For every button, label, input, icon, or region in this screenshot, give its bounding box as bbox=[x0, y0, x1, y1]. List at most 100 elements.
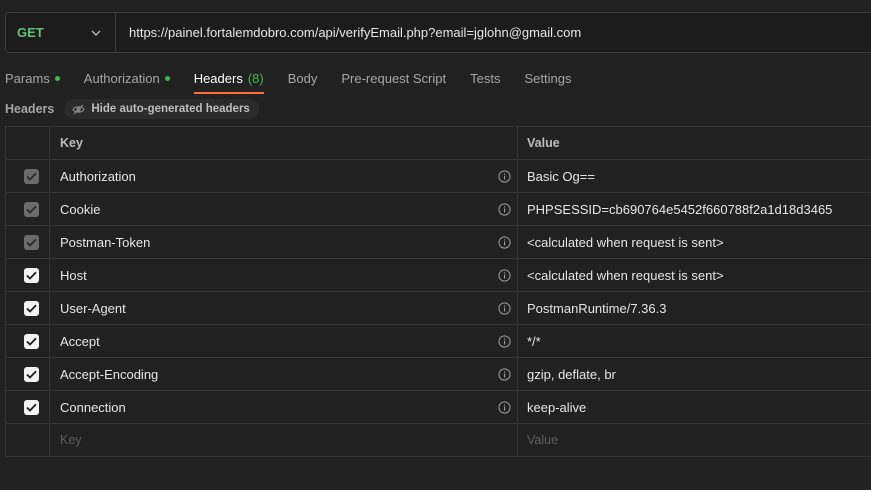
header-value: PHPSESSID=cb690764e5452f660788f2a1d18d34… bbox=[527, 201, 833, 217]
header-key-cell[interactable]: Cookie bbox=[50, 193, 518, 225]
hide-auto-generated-label: Hide auto-generated headers bbox=[91, 103, 250, 115]
tab-label: Pre-request Script bbox=[341, 71, 447, 86]
url-input[interactable]: https://painel.fortalemdobro.com/api/ver… bbox=[116, 25, 581, 40]
info-icon[interactable] bbox=[497, 400, 511, 414]
checkbox-icon[interactable] bbox=[24, 366, 39, 382]
header-value-cell[interactable]: PHPSESSID=cb690764e5452f660788f2a1d18d34… bbox=[518, 193, 871, 225]
info-icon[interactable] bbox=[497, 235, 511, 249]
column-header-key: Key bbox=[50, 127, 518, 159]
new-row-check-cell bbox=[6, 424, 50, 456]
header-value: <calculated when request is sent> bbox=[527, 234, 724, 250]
method-select[interactable]: GET bbox=[6, 13, 116, 52]
header-value-cell[interactable]: <calculated when request is sent> bbox=[518, 226, 871, 258]
table-row: Accept */* bbox=[6, 325, 871, 358]
checkbox-icon[interactable] bbox=[24, 267, 39, 283]
tab-label: Settings bbox=[524, 71, 572, 86]
header-value-cell[interactable]: */* bbox=[518, 325, 871, 357]
header-key-cell[interactable]: Host bbox=[50, 259, 518, 291]
status-dot bbox=[164, 76, 170, 81]
header-check-cell bbox=[6, 127, 50, 159]
info-icon[interactable] bbox=[497, 169, 511, 183]
header-value: Basic Og== bbox=[527, 168, 595, 184]
row-check-cell bbox=[6, 226, 50, 258]
header-key: User-Agent bbox=[60, 300, 126, 316]
table-row: Authorization Basic Og== bbox=[6, 160, 871, 193]
new-key-input[interactable]: Key bbox=[50, 424, 518, 456]
hide-auto-generated-button[interactable]: Hide auto-generated headers bbox=[64, 99, 259, 119]
chevron-down-icon bbox=[91, 30, 101, 36]
tab-label: Headers bbox=[193, 71, 243, 86]
header-value-cell[interactable]: Basic Og== bbox=[518, 160, 871, 192]
tab-pre-request-script[interactable]: Pre-request Script bbox=[329, 64, 458, 93]
headers-title: Headers bbox=[5, 102, 55, 116]
header-value-cell[interactable]: <calculated when request is sent> bbox=[518, 259, 871, 291]
header-key: Accept-Encoding bbox=[60, 366, 159, 382]
checkbox-icon[interactable] bbox=[24, 333, 39, 349]
header-value: <calculated when request is sent> bbox=[527, 267, 724, 283]
row-check-cell bbox=[6, 193, 50, 225]
info-icon[interactable] bbox=[497, 367, 511, 381]
row-check-cell bbox=[6, 358, 50, 390]
header-value: gzip, deflate, br bbox=[527, 366, 616, 382]
tab-params[interactable]: Params bbox=[0, 64, 72, 93]
column-header-value: Value bbox=[527, 136, 560, 150]
tab-headers[interactable]: Headers (8) bbox=[182, 64, 276, 94]
header-value: */* bbox=[527, 333, 541, 349]
tab-label: Tests bbox=[470, 71, 501, 86]
header-key-cell[interactable]: Accept bbox=[50, 325, 518, 357]
tab-count: (8) bbox=[247, 71, 264, 86]
header-key: Accept bbox=[60, 333, 100, 349]
eye-off-icon bbox=[72, 104, 85, 114]
header-key-cell[interactable]: Authorization bbox=[50, 160, 518, 192]
request-tabs: Params Authorization Headers (8) Body Pre… bbox=[0, 64, 583, 94]
header-key: Cookie bbox=[60, 201, 101, 217]
row-check-cell bbox=[6, 391, 50, 423]
headers-table: Key Value Authorization Basic Og== Cookie P… bbox=[5, 126, 871, 457]
table-row: Host <calculated when request is sent> bbox=[6, 259, 871, 292]
checkbox-icon[interactable] bbox=[24, 201, 39, 217]
header-key-cell[interactable]: User-Agent bbox=[50, 292, 518, 324]
row-check-cell bbox=[6, 160, 50, 192]
value-placeholder: Value bbox=[527, 433, 559, 447]
row-check-cell bbox=[6, 259, 50, 291]
info-icon[interactable] bbox=[497, 334, 511, 348]
info-icon[interactable] bbox=[497, 202, 511, 216]
header-value-cell[interactable]: gzip, deflate, br bbox=[518, 358, 871, 390]
checkbox-icon[interactable] bbox=[24, 399, 39, 415]
header-key-cell[interactable]: Postman-Token bbox=[50, 226, 518, 258]
tab-settings[interactable]: Settings bbox=[512, 64, 583, 93]
header-key: Postman-Token bbox=[60, 234, 151, 250]
header-key-cell[interactable]: Connection bbox=[50, 391, 518, 423]
table-header-row: Key Value bbox=[6, 127, 871, 160]
tab-label: Body bbox=[287, 71, 318, 86]
request-url-bar: GET https://painel.fortalemdobro.com/api… bbox=[5, 12, 871, 53]
status-dot bbox=[54, 76, 60, 81]
tab-label: Authorization bbox=[83, 71, 160, 86]
header-value-cell[interactable]: keep-alive bbox=[518, 391, 871, 423]
checkbox-icon[interactable] bbox=[24, 168, 39, 184]
header-key: Authorization bbox=[60, 168, 136, 184]
info-icon[interactable] bbox=[497, 301, 511, 315]
new-value-input[interactable]: Value bbox=[518, 424, 871, 456]
new-header-row: Key Value bbox=[6, 424, 871, 457]
tab-tests[interactable]: Tests bbox=[458, 64, 512, 93]
header-value: keep-alive bbox=[527, 399, 587, 415]
header-key: Connection bbox=[60, 399, 126, 415]
method-label: GET bbox=[17, 25, 44, 40]
checkbox-icon[interactable] bbox=[24, 300, 39, 316]
checkbox-icon[interactable] bbox=[24, 234, 39, 250]
info-icon[interactable] bbox=[497, 268, 511, 282]
tab-authorization[interactable]: Authorization bbox=[72, 64, 182, 93]
table-row: Cookie PHPSESSID=cb690764e5452f660788f2a1… bbox=[6, 193, 871, 226]
table-row: Accept-Encoding gzip, deflate, br bbox=[6, 358, 871, 391]
header-key: Host bbox=[60, 267, 87, 283]
header-value-cell[interactable]: PostmanRuntime/7.36.3 bbox=[518, 292, 871, 324]
tab-label: Params bbox=[5, 71, 50, 86]
table-row: User-Agent PostmanRuntime/7.36.3 bbox=[6, 292, 871, 325]
row-check-cell bbox=[6, 325, 50, 357]
tab-body[interactable]: Body bbox=[276, 64, 330, 93]
key-placeholder: Key bbox=[60, 433, 82, 447]
headers-toolbar: Headers Hide auto-generated headers bbox=[5, 98, 259, 120]
table-row: Postman-Token <calculated when request is… bbox=[6, 226, 871, 259]
header-key-cell[interactable]: Accept-Encoding bbox=[50, 358, 518, 390]
